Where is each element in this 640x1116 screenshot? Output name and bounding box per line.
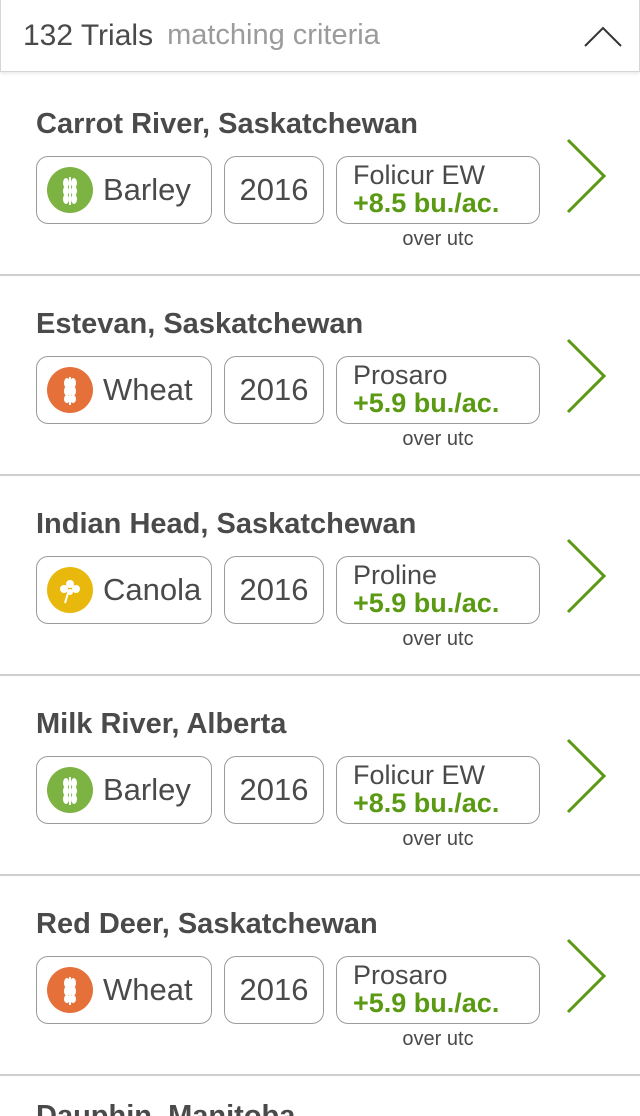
year-label: 2016 [239, 972, 309, 1007]
year-badge: 2016 [224, 556, 324, 624]
yield-gain: +8.5 bu./ac. [353, 188, 500, 218]
year-label: 2016 [239, 172, 309, 207]
canola-icon [47, 567, 93, 613]
comparison-note: over utc [402, 228, 474, 250]
chevron-right-icon[interactable] [564, 136, 610, 216]
product-badge: Prosaro +5.9 bu./ac. [336, 356, 540, 424]
trial-row[interactable]: Estevan, Saskatchewan Wheat 2016 Prosaro… [0, 276, 640, 476]
product-name: Folicur EW [353, 760, 486, 790]
product-badge: Prosaro +5.9 bu./ac. [336, 956, 540, 1024]
chevron-right-icon[interactable] [564, 736, 610, 816]
comparison-note: over utc [402, 628, 474, 650]
year-badge: 2016 [224, 356, 324, 424]
chevron-right-icon[interactable] [564, 536, 610, 616]
yield-gain: +5.9 bu./ac. [353, 988, 500, 1018]
barley-icon [47, 167, 93, 213]
product-name: Prosaro [353, 960, 448, 990]
wheat-icon [47, 367, 93, 413]
crop-badge: Wheat [36, 356, 212, 424]
product-name: Proline [353, 560, 438, 590]
year-badge: 2016 [224, 756, 324, 824]
crop-label: Wheat [103, 972, 193, 1007]
trial-list: Carrot River, Saskatchewan Barley 2016 F… [0, 76, 640, 1076]
chevron-up-icon[interactable] [583, 22, 623, 50]
trial-location-partial[interactable]: Dauphin, Manitoba [36, 1100, 295, 1116]
crop-badge: Canola [36, 556, 212, 624]
chevron-right-icon[interactable] [564, 936, 610, 1016]
wheat-icon [47, 967, 93, 1013]
year-label: 2016 [239, 372, 309, 407]
product-badge: Proline +5.9 bu./ac. [336, 556, 540, 624]
trial-row[interactable]: Carrot River, Saskatchewan Barley 2016 F… [0, 76, 640, 276]
yield-gain: +8.5 bu./ac. [353, 788, 500, 818]
product-badge: Folicur EW +8.5 bu./ac. [336, 156, 540, 224]
year-badge: 2016 [224, 156, 324, 224]
crop-badge: Barley [36, 756, 212, 824]
barley-icon [47, 767, 93, 813]
trial-count: 132 Trials [23, 18, 154, 52]
crop-label: Barley [103, 772, 191, 807]
crop-label: Wheat [103, 372, 193, 407]
year-label: 2016 [239, 772, 309, 807]
chevron-right-icon[interactable] [564, 336, 610, 416]
year-badge: 2016 [224, 956, 324, 1024]
crop-label: Barley [103, 172, 191, 207]
yield-gain: +5.9 bu./ac. [353, 588, 500, 618]
year-label: 2016 [239, 572, 309, 607]
results-header[interactable]: 132 Trials matching criteria [0, 0, 640, 72]
yield-gain: +5.9 bu./ac. [353, 388, 500, 418]
product-name: Folicur EW [353, 160, 486, 190]
comparison-note: over utc [402, 828, 474, 850]
trial-location: Carrot River, Saskatchewan [36, 108, 419, 140]
trial-location: Estevan, Saskatchewan [36, 308, 364, 340]
trial-location: Milk River, Alberta [36, 708, 287, 740]
trial-row[interactable]: Red Deer, Saskatchewan Wheat 2016 Prosar… [0, 876, 640, 1076]
crop-badge: Wheat [36, 956, 212, 1024]
comparison-note: over utc [402, 428, 474, 450]
trial-row[interactable]: Indian Head, Saskatchewan Canola 2016 Pr… [0, 476, 640, 676]
trial-row[interactable]: Milk River, Alberta Barley 2016 Folicur … [0, 676, 640, 876]
comparison-note: over utc [402, 1028, 474, 1050]
header-subtitle: matching criteria [167, 19, 380, 51]
trial-location: Red Deer, Saskatchewan [36, 908, 378, 940]
trial-location: Indian Head, Saskatchewan [36, 508, 417, 540]
crop-label: Canola [103, 572, 202, 607]
product-name: Prosaro [353, 360, 448, 390]
product-badge: Folicur EW +8.5 bu./ac. [336, 756, 540, 824]
crop-badge: Barley [36, 156, 212, 224]
